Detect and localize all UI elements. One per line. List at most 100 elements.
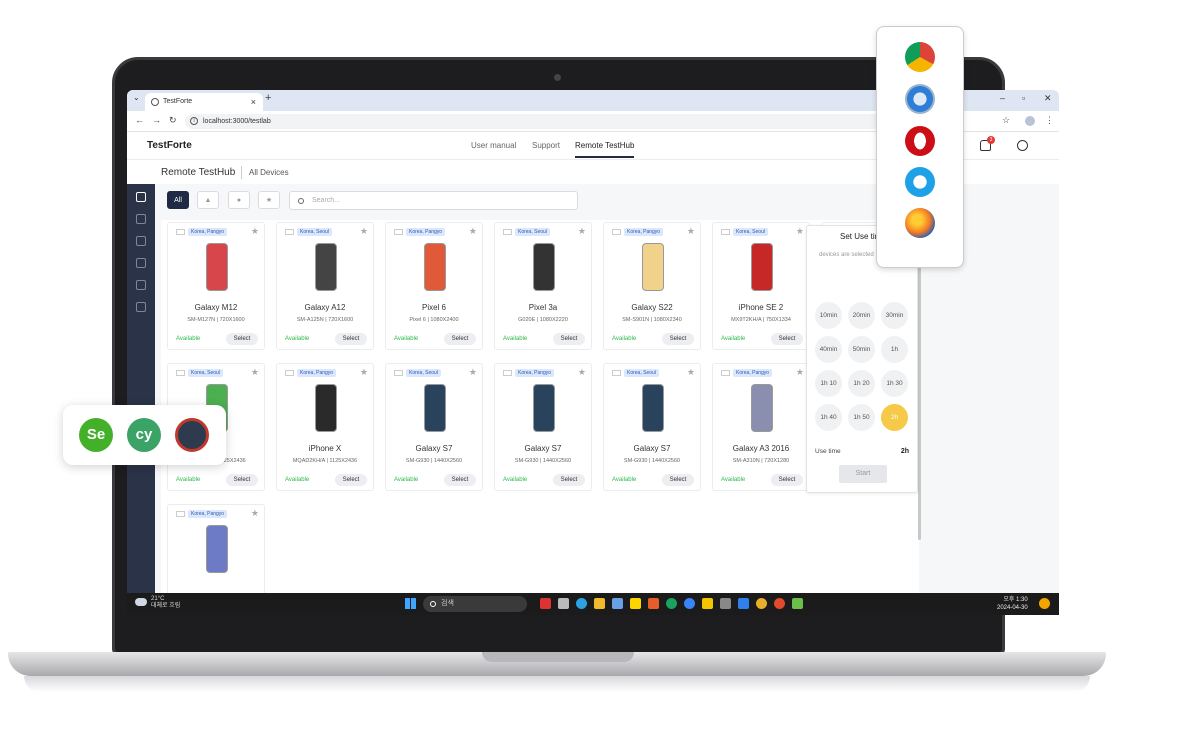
favorite-star-icon[interactable]: ★ [360, 226, 368, 237]
favorite-star-icon[interactable]: ★ [796, 226, 804, 237]
favorite-star-icon[interactable]: ★ [251, 226, 259, 237]
browser-tab[interactable]: TestForte × [145, 93, 263, 111]
app-icon[interactable] [648, 598, 659, 609]
favorite-star-icon[interactable]: ★ [251, 367, 259, 378]
select-button[interactable]: Select [335, 474, 367, 486]
favorite-star-icon[interactable]: ★ [251, 508, 259, 519]
favorite-star-icon[interactable]: ★ [578, 367, 586, 378]
clock[interactable]: 오후 1:30 2024-04-30 [997, 596, 1028, 612]
scrollbar[interactable] [918, 220, 921, 540]
app-icon[interactable] [540, 598, 551, 609]
favorite-star-icon[interactable]: ★ [578, 226, 586, 237]
select-button[interactable]: Select [226, 333, 258, 345]
all-devices-link[interactable]: All Devices [249, 168, 289, 177]
filter-all-button[interactable]: All [167, 191, 189, 209]
device-card[interactable]: Korea, Pangyo ★ Galaxy A3 2016 SM-A310N | 7… [712, 363, 810, 491]
new-tab-button[interactable]: + [265, 92, 271, 104]
site-info-icon[interactable]: i [190, 117, 198, 125]
time-option-button[interactable]: 1h 30 [881, 370, 908, 397]
search-input[interactable]: Search... [289, 191, 578, 210]
favorite-filter-icon[interactable]: ★ [258, 191, 280, 209]
app-icon[interactable] [792, 598, 803, 609]
reload-icon[interactable]: ↻ [169, 115, 177, 126]
device-card[interactable]: Korea, Pangyo ★ Galaxy S22 SM-S901N | 1080X… [603, 222, 701, 350]
chrome-icon[interactable] [756, 598, 767, 609]
bookmark-star-icon[interactable]: ☆ [1002, 115, 1010, 126]
time-option-button[interactable]: 40min [815, 336, 842, 363]
app-icon[interactable] [774, 598, 785, 609]
favorite-star-icon[interactable]: ★ [469, 226, 477, 237]
device-icon[interactable] [136, 192, 146, 202]
favorite-star-icon[interactable]: ★ [360, 367, 368, 378]
notification-center-icon[interactable] [1039, 598, 1050, 609]
select-button[interactable]: Select [553, 474, 585, 486]
user-icon[interactable] [1017, 140, 1028, 151]
time-option-button[interactable]: 1h [881, 336, 908, 363]
brand-logo[interactable]: TestForte [147, 140, 192, 151]
device-card[interactable]: Korea, Pangyo ★ iPhone X MQAD2KH/A | 1125X2… [276, 363, 374, 491]
chart-icon[interactable] [136, 302, 146, 312]
time-option-button[interactable]: 2h [881, 404, 908, 431]
start-button[interactable]: Start [839, 465, 887, 483]
window-close-icon[interactable]: ✕ [1044, 93, 1052, 104]
nav-remote-testhub[interactable]: Remote TestHub [575, 141, 635, 158]
calendar-icon[interactable] [136, 236, 146, 246]
app-icon[interactable] [612, 598, 623, 609]
device-card[interactable]: Korea, Seoul ★ Galaxy S7 SM-G930 | 1440X256… [603, 363, 701, 491]
file-icon[interactable] [136, 258, 146, 268]
select-button[interactable]: Select [444, 333, 476, 345]
select-button[interactable]: Select [335, 333, 367, 345]
select-button[interactable]: Select [226, 474, 258, 486]
select-button[interactable]: Select [444, 474, 476, 486]
apple-filter-icon[interactable]: ● [228, 191, 250, 209]
select-button[interactable]: Select [553, 333, 585, 345]
windows-start-icon[interactable] [405, 598, 416, 609]
nav-support[interactable]: Support [532, 141, 560, 150]
device-card[interactable]: Korea, Pangyo ★ Galaxy M12 SM-M127N | 720X1… [167, 222, 265, 350]
select-button[interactable]: Select [771, 474, 803, 486]
time-option-button[interactable]: 1h 40 [815, 404, 842, 431]
document-icon[interactable] [136, 280, 146, 290]
select-button[interactable]: Select [662, 333, 694, 345]
time-option-button[interactable]: 30min [881, 302, 908, 329]
device-card[interactable]: Korea, Seoul ★ Galaxy S7 SM-G930 | 1440X256… [385, 363, 483, 491]
device-card[interactable]: Korea, Seoul ★ Pixel 3a G020E | 1080X2220 Av… [494, 222, 592, 350]
task-view-icon[interactable] [558, 598, 569, 609]
app-icon[interactable] [702, 598, 713, 609]
minimize-icon[interactable]: – [1000, 93, 1005, 103]
nav-user-manual[interactable]: User manual [471, 141, 516, 150]
restore-icon[interactable]: ▫ [1022, 93, 1025, 103]
select-button[interactable]: Select [662, 474, 694, 486]
time-option-button[interactable]: 10min [815, 302, 842, 329]
browser-menu-icon[interactable]: ⋮ [1045, 115, 1054, 126]
weather-widget[interactable]: 21°C 대체로 흐림 [135, 596, 180, 610]
profile-avatar[interactable] [1025, 116, 1035, 126]
taskbar-search[interactable]: 검색 [423, 596, 527, 612]
device-card[interactable]: Korea, Seoul ★ Galaxy A12 SM-A125N | 720X16… [276, 222, 374, 350]
app-icon[interactable] [720, 598, 731, 609]
app-icon[interactable] [684, 598, 695, 609]
time-option-button[interactable]: 1h 20 [848, 370, 875, 397]
android-filter-icon[interactable]: ▲ [197, 191, 219, 209]
device-card[interactable]: Korea, Pangyo ★ Pixel 6 Pixel 6 | 1080X2400… [385, 222, 483, 350]
edge-icon[interactable] [666, 598, 677, 609]
favorite-star-icon[interactable]: ★ [469, 367, 477, 378]
favorite-star-icon[interactable]: ★ [687, 226, 695, 237]
device-card[interactable]: Korea, Pangyo ★ Galaxy S7 SM-G930 | 1440X25… [494, 363, 592, 491]
favorite-star-icon[interactable]: ★ [687, 367, 695, 378]
folder-icon[interactable] [594, 598, 605, 609]
url-field[interactable]: i localhost:3000/testlab [185, 114, 925, 129]
time-option-button[interactable]: 1h 10 [815, 370, 842, 397]
tab-close-icon[interactable]: × [251, 93, 256, 111]
time-option-button[interactable]: 50min [848, 336, 875, 363]
telegram-icon[interactable] [576, 598, 587, 609]
time-option-button[interactable]: 1h 50 [848, 404, 875, 431]
device-card[interactable]: Korea, Seoul ★ iPhone SE 2 MX9T2KH/A | 750X… [712, 222, 810, 350]
tab-list-chevron-icon[interactable]: ⌄ [133, 93, 140, 102]
time-option-button[interactable]: 20min [848, 302, 875, 329]
monitor-icon[interactable] [136, 214, 146, 224]
favorite-star-icon[interactable]: ★ [796, 367, 804, 378]
back-icon[interactable]: ← [135, 115, 144, 125]
select-button[interactable]: Select [771, 333, 803, 345]
vscode-icon[interactable] [738, 598, 749, 609]
